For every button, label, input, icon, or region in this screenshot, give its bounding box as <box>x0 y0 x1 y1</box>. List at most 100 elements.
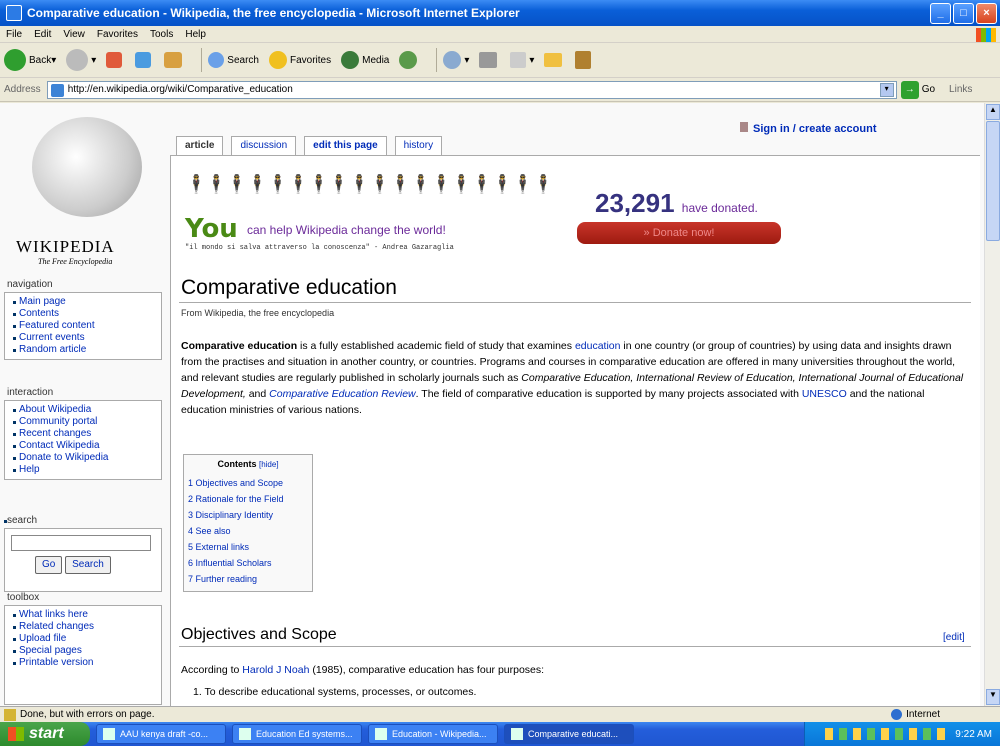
toolbar-separator <box>436 48 438 72</box>
links-button[interactable]: Links <box>949 84 972 95</box>
scroll-down-icon[interactable]: ▼ <box>986 689 1000 705</box>
nav-community[interactable]: Community portal <box>13 416 157 428</box>
tool-what-links[interactable]: What links here <box>13 609 157 621</box>
toc-item[interactable]: 6 Influential Scholars <box>188 555 308 571</box>
tool-upload[interactable]: Upload file <box>13 633 157 645</box>
toc-item[interactable]: 5 External links <box>188 539 308 555</box>
menu-file[interactable]: File <box>6 29 22 40</box>
maximize-button[interactable]: □ <box>953 3 974 24</box>
nav-donate[interactable]: Donate to Wikipedia <box>13 452 157 464</box>
tab-edit[interactable]: edit this page <box>304 136 387 156</box>
tool-printable[interactable]: Printable version <box>13 657 157 669</box>
tool-related[interactable]: Related changes <box>13 621 157 633</box>
dropdown-arrow-icon[interactable]: ▾ <box>879 82 894 97</box>
close-button[interactable]: × <box>976 3 997 24</box>
refresh-button[interactable] <box>135 52 154 68</box>
nav-current-events[interactable]: Current events <box>13 332 157 344</box>
site-sub: From Wikipedia, the free encyclopedia <box>181 308 335 318</box>
minimize-button[interactable]: _ <box>930 3 951 24</box>
donation-banner: 🕴🕴🕴🕴🕴🕴🕴🕴🕴🕴🕴🕴🕴🕴🕴🕴🕴🕴 You can help Wikipedi… <box>185 166 975 254</box>
menu-view[interactable]: View <box>63 29 85 40</box>
menu-edit[interactable]: Edit <box>34 29 51 40</box>
status-text: Done, but with errors on page. <box>20 709 155 720</box>
back-button[interactable]: Back ▾ <box>4 49 56 71</box>
nav-recent-changes[interactable]: Recent changes <box>13 428 157 440</box>
link-unesco[interactable]: UNESCO <box>802 388 847 400</box>
scroll-thumb[interactable] <box>986 121 1000 241</box>
menu-favorites[interactable]: Favorites <box>97 29 138 40</box>
link-education[interactable]: education <box>575 340 621 352</box>
media-button[interactable]: Media <box>341 51 389 69</box>
search-input[interactable] <box>11 535 151 551</box>
research-button[interactable] <box>575 51 594 69</box>
nav-contents[interactable]: Contents <box>13 308 157 320</box>
warning-icon[interactable] <box>4 708 16 721</box>
tab-discussion[interactable]: discussion <box>231 136 297 156</box>
toc-item[interactable]: 1 Objectives and Scope <box>188 475 308 491</box>
signin-link[interactable]: Sign in / create account <box>740 122 876 135</box>
banner-quote: "il mondo si salva attraverso la conosce… <box>185 244 454 252</box>
link-harold-noah[interactable]: Harold J Noah <box>242 664 309 676</box>
taskbar-item[interactable]: Education Ed systems... <box>232 724 362 744</box>
wikipedia-logo[interactable]: WIKIPEDIA The Free Encyclopedia <box>10 111 160 271</box>
taskbar-item[interactable]: AAU kenya draft -co... <box>96 724 226 744</box>
nav-help[interactable]: Help <box>13 464 157 476</box>
windows-flag-icon <box>8 727 24 741</box>
tool-special[interactable]: Special pages <box>13 645 157 657</box>
edit-button[interactable]: ▾ <box>510 52 534 68</box>
forward-button[interactable]: ▾ <box>66 49 96 71</box>
tab-history[interactable]: history <box>394 136 443 156</box>
nav-random[interactable]: Random article <box>13 344 157 356</box>
tray-icons[interactable] <box>825 728 946 740</box>
taskbar-item[interactable]: Education - Wikipedia... <box>368 724 498 744</box>
link-comparative-education-review[interactable]: Comparative Education Review <box>269 388 416 400</box>
page-title: Comparative education <box>181 276 397 299</box>
ie-icon <box>375 728 387 740</box>
history-button[interactable] <box>399 51 420 69</box>
search-button[interactable]: Search <box>65 556 111 574</box>
donate-button[interactable]: » Donate now! <box>577 222 781 244</box>
start-button[interactable]: start <box>0 722 90 746</box>
go-arrow-icon: → <box>900 80 919 99</box>
toc-item[interactable]: 3 Disciplinary Identity <box>188 507 308 523</box>
search-button[interactable]: Search <box>208 52 259 68</box>
browser-window: Comparative education - Wikipedia, the f… <box>0 0 1000 746</box>
portlet-heading: search <box>7 515 38 526</box>
mail-button[interactable]: ▾ <box>443 51 469 69</box>
url-text: http://en.wikipedia.org/wiki/Comparative… <box>67 84 293 95</box>
status-bar: Done, but with errors on page. Internet <box>0 706 1000 722</box>
menu-help[interactable]: Help <box>185 29 206 40</box>
folder-button[interactable] <box>544 53 565 67</box>
scroll-up-icon[interactable]: ▲ <box>986 104 1000 120</box>
menu-tools[interactable]: Tools <box>150 29 173 40</box>
toc-item[interactable]: 2 Rationale for the Field <box>188 491 308 507</box>
toc-hide-link[interactable]: [hide] <box>259 460 279 469</box>
intro-paragraph: Comparative education is a fully establi… <box>181 340 964 416</box>
url-input[interactable]: http://en.wikipedia.org/wiki/Comparative… <box>46 80 897 99</box>
stop-button[interactable] <box>106 52 125 68</box>
print-button[interactable] <box>479 52 500 68</box>
word-icon <box>239 728 251 740</box>
go-search-button[interactable]: Go <box>35 556 63 574</box>
favorites-button[interactable]: Favorites <box>268 51 331 69</box>
nav-about[interactable]: About Wikipedia <box>13 404 157 416</box>
taskbar-item-active[interactable]: Comparative educati... <box>504 724 634 744</box>
donation-count: 23,291 have donated. <box>595 188 758 218</box>
logo-title: WIKIPEDIA <box>16 237 115 256</box>
section-heading: Objectives and Scope <box>181 626 337 643</box>
toc-item[interactable]: 7 Further reading <box>188 571 308 587</box>
toc-item[interactable]: 4 See also <box>188 523 308 539</box>
address-bar: Address http://en.wikipedia.org/wiki/Com… <box>0 78 1000 102</box>
windows-logo-icon <box>976 28 996 42</box>
title-bar[interactable]: Comparative education - Wikipedia, the f… <box>0 0 1000 26</box>
banner-you: You <box>185 214 238 244</box>
tab-article[interactable]: article <box>176 136 224 156</box>
section-edit-link[interactable]: [edit] <box>943 632 965 643</box>
home-button[interactable] <box>164 52 185 68</box>
go-button[interactable]: → Go <box>900 80 935 99</box>
banner-help[interactable]: can help Wikipedia change the world! <box>247 223 446 237</box>
nav-featured[interactable]: Featured content <box>13 320 157 332</box>
nav-contact[interactable]: Contact Wikipedia <box>13 440 157 452</box>
vertical-scrollbar[interactable]: ▲ ▼ <box>984 103 1000 706</box>
nav-main-page[interactable]: Main page <box>13 296 157 308</box>
